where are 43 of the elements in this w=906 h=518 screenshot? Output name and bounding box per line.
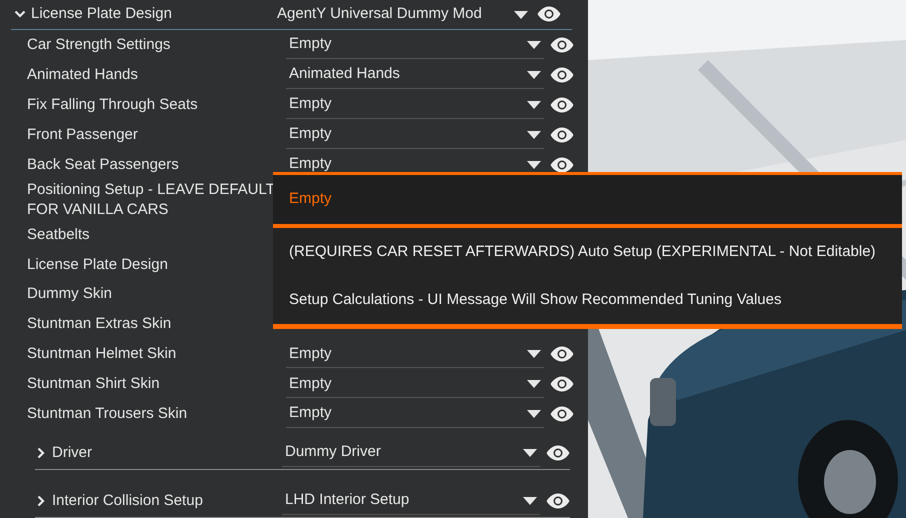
select-field[interactable]: Empty [286,400,544,428]
setting-label: Back Seat Passengers [27,154,180,175]
setting-label: Stuntman Helmet Skin [27,344,178,364]
select-field[interactable]: LHD Interior Setup [282,487,540,516]
setting-label: Seatbelts [27,224,91,245]
chevron-icon[interactable] [35,447,47,460]
caret-icon[interactable] [523,496,537,506]
caret-icon[interactable] [523,448,537,458]
setting-label: Stuntman Shirt Skin [27,374,161,394]
setting-label: Car Strength Settings [27,34,172,55]
chevron-icon[interactable] [14,8,26,20]
dropdown-option[interactable]: (REQUIRES CAR RESET AFTERWARDS) Auto Setup (EXPERIMENTAL - Not Editable) [273,228,902,276]
setting-label: Stuntman Trousers Skin [27,404,188,424]
dropdown-option[interactable]: Setup Calculations - UI Message Will Show Recommended Tuning Values [273,276,902,324]
setting-label: Fix Falling Through Seats [27,94,199,115]
select-field[interactable]: AgentY Universal Dummy Mod [273,0,531,28]
caret-icon[interactable] [514,10,528,19]
setting-label: Dummy Skin [27,284,114,304]
select-field[interactable]: Empty [286,90,544,119]
caret-icon[interactable] [527,409,541,418]
group-title: Interior Collision Setup [52,490,203,511]
select-field[interactable]: Empty [286,120,544,149]
setting-label: License Plate Design [27,254,169,275]
caret-icon[interactable] [527,100,541,109]
select-field[interactable]: Dummy Driver [282,439,540,468]
select-field[interactable]: Empty [286,30,544,59]
setting-label: Animated Hands [27,64,139,85]
select-field[interactable]: Animated Hands [286,60,544,89]
setting-label: Stuntman Extras Skin [27,314,172,334]
caret-icon[interactable] [527,349,541,358]
setting-label: Positioning Setup - LEAVE DEFAULT FOR VANILLA CARS [27,180,276,220]
caret-icon[interactable] [527,70,541,79]
setting-label: Front Passenger [27,124,139,145]
select-field[interactable]: Empty [286,370,544,398]
dropdown-option[interactable]: Empty [273,175,902,228]
section-title: License Plate Design [31,4,172,24]
caret-icon[interactable] [527,40,541,49]
caret-icon[interactable] [527,130,541,139]
caret-icon[interactable] [527,379,541,388]
group-title: Driver [52,442,92,463]
chevron-icon[interactable] [35,495,47,508]
select-field[interactable]: Empty [286,340,544,368]
caret-icon[interactable] [527,160,541,169]
